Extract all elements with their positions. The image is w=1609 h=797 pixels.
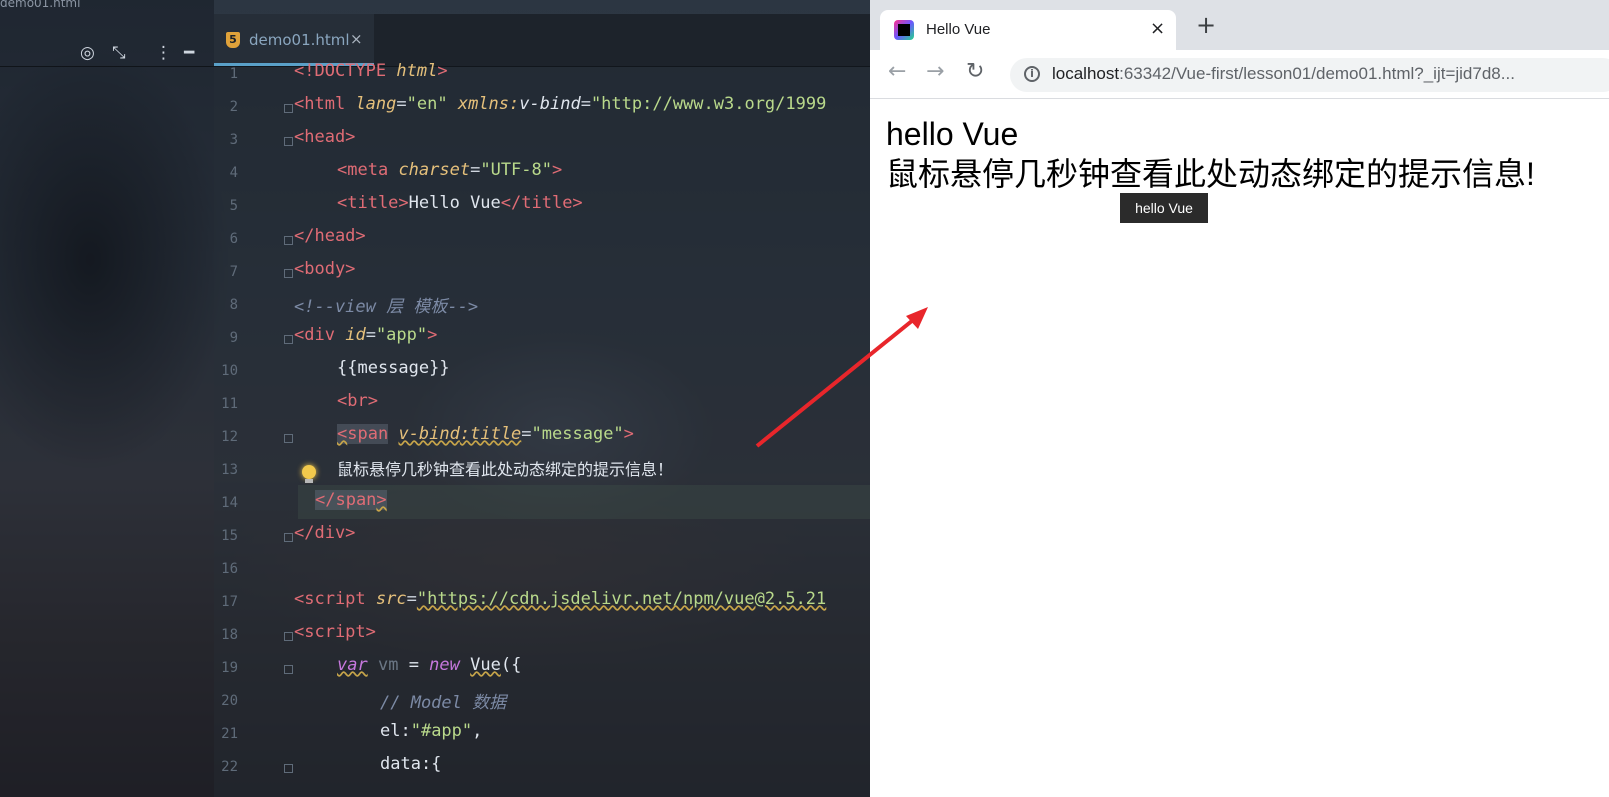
annotation-arrow <box>755 307 928 448</box>
arrow-shaft <box>755 314 920 448</box>
arrow-head <box>906 307 928 329</box>
